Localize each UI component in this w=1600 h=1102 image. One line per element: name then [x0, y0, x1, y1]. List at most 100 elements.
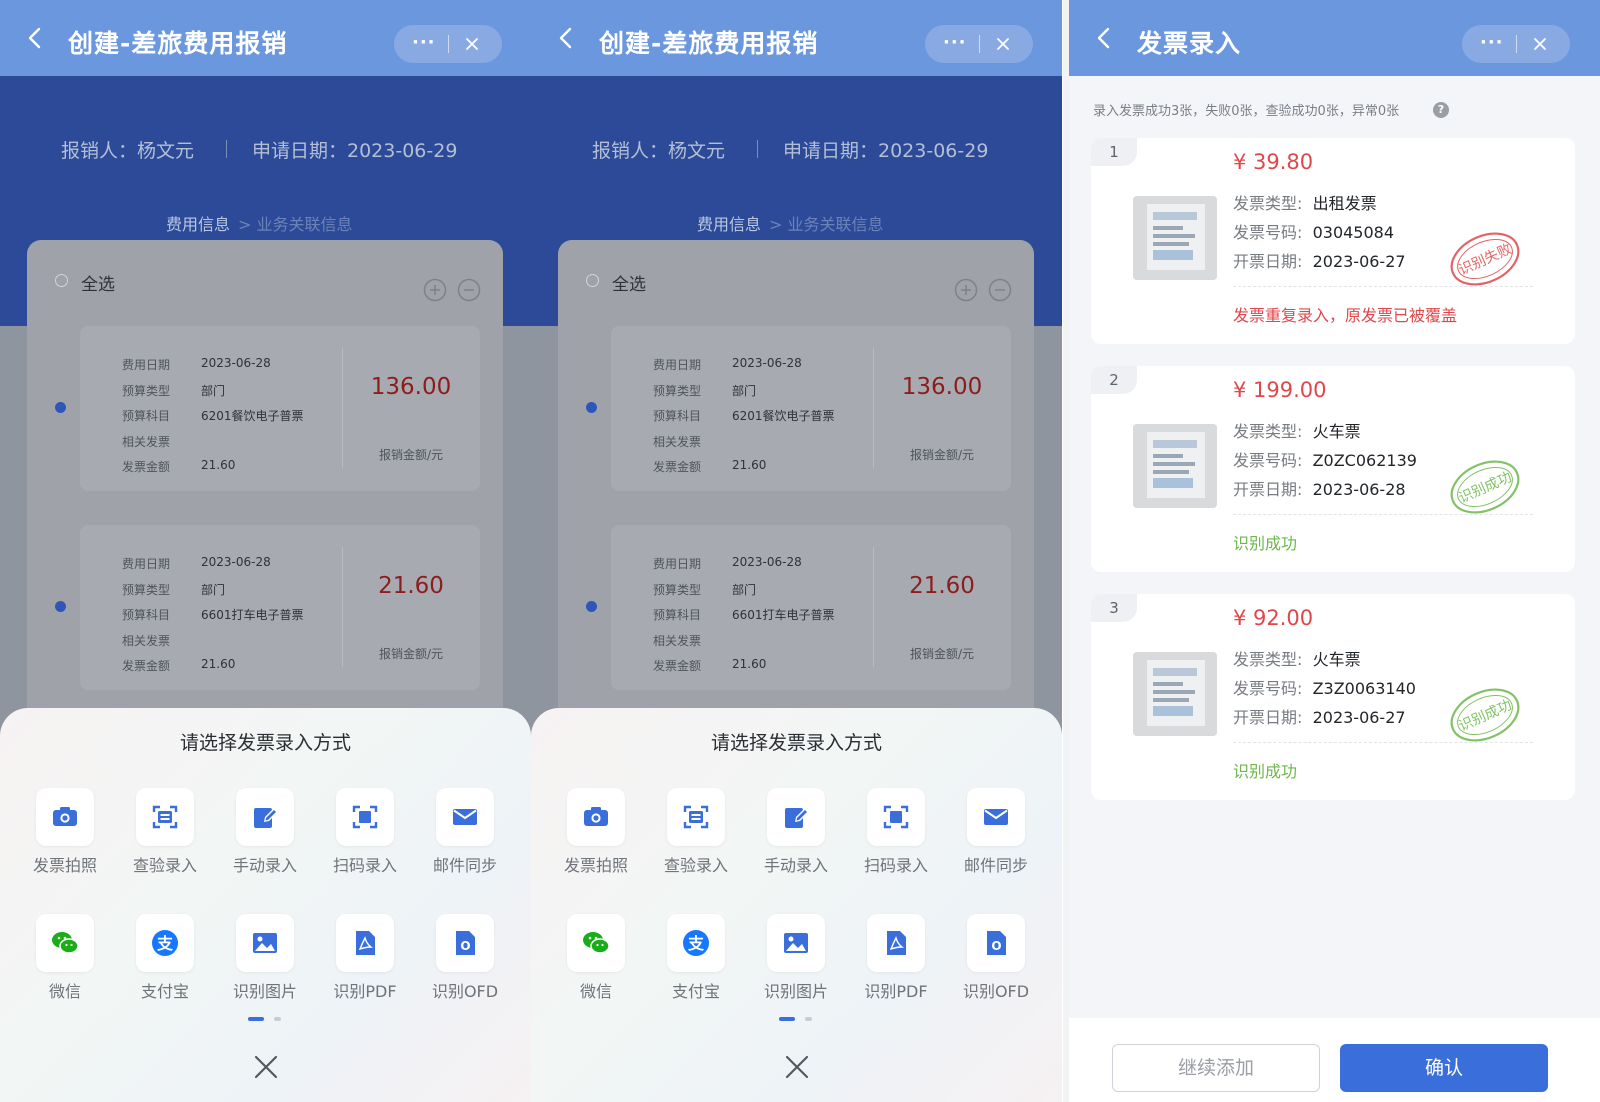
page-title: 创建-差旅费用报销	[599, 29, 819, 58]
method-camera-button[interactable]	[36, 788, 94, 846]
method-image-button[interactable]	[767, 914, 825, 972]
claim-amount-label: 报销金额/元	[378, 647, 444, 661]
field-label: 预算科目	[122, 409, 171, 423]
expense-item[interactable]: 费用日期 2023-06-28 预算类型 部门 预算科目 6601打车电子普票 相关发票 发票…	[80, 525, 480, 690]
page-title: 创建-差旅费用报销	[68, 29, 288, 58]
tab-business-link[interactable]: > 业务关联信息	[769, 211, 884, 235]
back-arrow-icon[interactable]	[555, 26, 579, 50]
top-bar: 创建-差旅费用报销 ···	[531, 0, 1062, 76]
capsule-menu: ···	[925, 25, 1033, 63]
item-selected-dot[interactable]	[586, 601, 597, 612]
svg-text:O: O	[460, 939, 470, 953]
close-icon[interactable]	[1530, 34, 1550, 54]
date-value: 2023-06-27	[1312, 252, 1406, 271]
add-circle-icon[interactable]	[954, 278, 978, 302]
apply-date: 申请日期：2023-06-29	[783, 140, 989, 162]
method-alipay-button[interactable]: 支	[136, 914, 194, 972]
invoice-card[interactable]: 1 ¥ 39.80 发票类型: 出租发票 发票号码: 03045084 开票日期…	[1091, 138, 1575, 344]
more-dots-icon[interactable]: ···	[943, 32, 967, 53]
method-wechat-button[interactable]	[567, 914, 625, 972]
method-label: 发票拍照	[32, 856, 97, 875]
method-camera-button[interactable]	[567, 788, 625, 846]
item-selected-dot[interactable]	[586, 402, 597, 413]
tab-business-link[interactable]: > 业务关联信息	[238, 211, 353, 235]
invoice-code-row: 发票号码: Z3Z0063140	[1233, 675, 1416, 699]
method-edit-button[interactable]	[236, 788, 294, 846]
field-value: 21.60	[732, 458, 767, 472]
entry-summary: 录入发票成功3张，失败0张，查验成功0张，异常0张	[1093, 104, 1400, 119]
claim-amount: 21.60	[909, 573, 975, 599]
tab-expense-info[interactable]: 费用信息	[166, 211, 230, 235]
more-dots-icon[interactable]: ···	[412, 32, 436, 53]
close-sheet-icon[interactable]	[253, 1054, 279, 1080]
invoice-thumbnail[interactable]	[1133, 652, 1217, 736]
select-all-label: 全选	[612, 275, 646, 295]
invoice-thumbnail[interactable]	[1133, 196, 1217, 280]
remove-circle-icon[interactable]	[988, 278, 1012, 302]
invoice-date-row: 开票日期: 2023-06-27	[1233, 248, 1406, 272]
method-alipay-button[interactable]: 支	[667, 914, 725, 972]
method-label: 支付宝	[671, 982, 720, 1001]
field-value: 部门	[732, 582, 757, 597]
tab-expense-info[interactable]: 费用信息	[697, 211, 761, 235]
invoice-type-row: 发票类型: 火车票	[1233, 418, 1361, 442]
type-label: 发票类型:	[1233, 194, 1303, 213]
recognition-status: 发票重复录入，原发票已被覆盖	[1233, 306, 1458, 325]
method-ofd-button[interactable]: O	[436, 914, 494, 972]
invoice-card[interactable]: 3 ¥ 92.00 发票类型: 火车票 发票号码: Z3Z0063140 开票日…	[1091, 594, 1575, 800]
method-ofd-button[interactable]: O	[967, 914, 1025, 972]
field-label: 预算科目	[653, 608, 702, 622]
invoice-method-sheet: 请选择发票录入方式 发票拍照 查验录入 手动录入 扫码录入 邮件同步 微信 支支…	[531, 708, 1062, 1102]
back-arrow-icon[interactable]	[24, 26, 48, 50]
page-indicator[interactable]	[805, 1017, 812, 1021]
type-label: 发票类型:	[1233, 650, 1303, 669]
close-icon[interactable]	[462, 34, 482, 54]
more-dots-icon[interactable]: ···	[1480, 32, 1504, 53]
method-pdf-button[interactable]	[336, 914, 394, 972]
back-arrow-icon[interactable]	[1093, 26, 1117, 50]
continue-add-button[interactable]: 继续添加	[1112, 1044, 1320, 1092]
close-sheet-icon[interactable]	[784, 1054, 810, 1080]
field-label: 预算类型	[122, 582, 171, 597]
expense-item[interactable]: 费用日期 2023-06-28 预算类型 部门 预算科目 6201餐饮电子普票 相关发票 发票…	[80, 326, 480, 491]
help-icon[interactable]: ?	[1433, 102, 1449, 118]
field-value: 21.60	[201, 458, 236, 472]
invoice-card[interactable]: 2 ¥ 199.00 发票类型: 火车票 发票号码: Z0ZC062139 开票…	[1091, 366, 1575, 572]
field-label: 预算类型	[653, 582, 702, 597]
method-label: 邮件同步	[963, 856, 1028, 875]
close-icon[interactable]	[993, 34, 1013, 54]
method-scan-verify-button[interactable]	[136, 788, 194, 846]
expense-item[interactable]: 费用日期 2023-06-28 预算类型 部门 预算科目 6201餐饮电子普票 相关发票 发票…	[611, 326, 1011, 491]
method-edit-button[interactable]	[767, 788, 825, 846]
item-selected-dot[interactable]	[55, 402, 66, 413]
method-pdf-button[interactable]	[867, 914, 925, 972]
page-title: 发票录入	[1137, 29, 1242, 58]
page-indicator-active	[779, 1017, 795, 1021]
method-qr-scan-button[interactable]	[336, 788, 394, 846]
invoice-thumbnail[interactable]	[1133, 424, 1217, 508]
remove-circle-icon[interactable]	[457, 278, 481, 302]
select-all-radio[interactable]	[55, 274, 68, 287]
item-selected-dot[interactable]	[55, 601, 66, 612]
method-label: 查验录入	[663, 856, 728, 875]
method-mail-button[interactable]	[436, 788, 494, 846]
invoice-price: ¥ 39.80	[1233, 150, 1314, 174]
method-wechat-button[interactable]	[36, 914, 94, 972]
method-qr-scan-button[interactable]	[867, 788, 925, 846]
select-all-radio[interactable]	[586, 274, 599, 287]
invoice-index: 3	[1091, 594, 1137, 622]
expense-item[interactable]: 费用日期 2023-06-28 预算类型 部门 预算科目 6601打车电子普票 相关发票 发票…	[611, 525, 1011, 690]
field-label: 相关发票	[122, 633, 171, 648]
field-label: 发票金额	[653, 460, 702, 474]
method-image-button[interactable]	[236, 914, 294, 972]
method-label: 扫码录入	[332, 856, 397, 875]
type-label: 发票类型:	[1233, 422, 1303, 441]
capsule-separator	[1516, 35, 1517, 53]
page-indicator[interactable]	[274, 1017, 281, 1021]
invoice-index: 2	[1091, 366, 1137, 394]
method-scan-verify-button[interactable]	[667, 788, 725, 846]
select-all-label: 全选	[81, 275, 115, 295]
add-circle-icon[interactable]	[423, 278, 447, 302]
confirm-button[interactable]: 确认	[1340, 1044, 1548, 1092]
method-mail-button[interactable]	[967, 788, 1025, 846]
